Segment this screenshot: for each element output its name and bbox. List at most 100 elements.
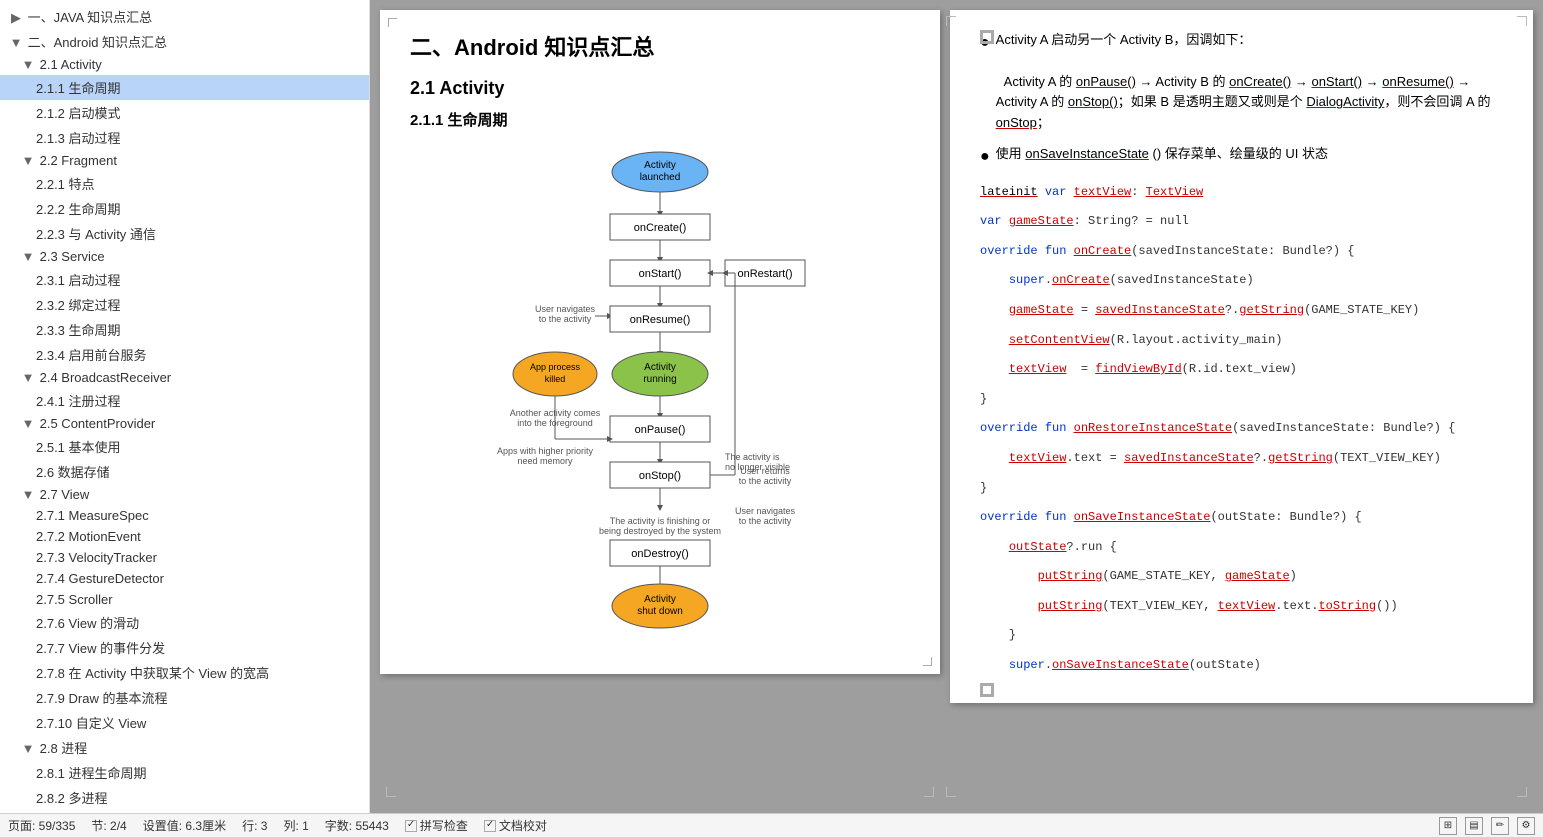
sidebar-label-231: 2.3.1 启动过程 <box>36 273 121 288</box>
sidebar-item-251[interactable]: 2.5.1 基本使用 <box>0 434 369 459</box>
sidebar-item-22[interactable]: ▼ 2.2 Fragment <box>0 150 369 171</box>
sidebar-item-android[interactable]: ▼ 二、Android 知识点汇总 <box>0 29 369 54</box>
svg-text:running: running <box>643 374 676 385</box>
bullet-2: ● 使用 onSaveInstanceState () 保存菜单、绘量级的 UI… <box>980 144 1503 170</box>
sidebar-label-282: 2.8.2 多进程 <box>36 791 108 806</box>
spellcheck-checkbox[interactable] <box>405 820 417 832</box>
svg-text:onDestroy(): onDestroy() <box>631 548 688 560</box>
sidebar-item-282[interactable]: 2.8.2 多进程 <box>0 785 369 810</box>
toggle-23[interactable]: ▼ <box>20 249 36 264</box>
sidebar-item-275[interactable]: 2.7.5 Scroller <box>0 589 369 610</box>
sidebar-item-273[interactable]: 2.7.3 VelocityTracker <box>0 547 369 568</box>
svg-text:onResume(): onResume() <box>630 314 691 326</box>
toggle-21[interactable]: ▼ <box>20 57 36 72</box>
sidebar-label-222: 2.2.2 生命周期 <box>36 202 121 217</box>
toggle-24[interactable]: ▼ <box>20 370 36 385</box>
sidebar-label-java: 一、JAVA 知识点汇总 <box>28 10 152 25</box>
sidebar-item-223[interactable]: 2.2.3 与 Activity 通信 <box>0 221 369 246</box>
sidebar-item-26[interactable]: 2.6 数据存储 <box>0 459 369 484</box>
sidebar-item-281[interactable]: 2.8.1 进程生命周期 <box>0 760 369 785</box>
svg-text:User navigates: User navigates <box>535 304 596 314</box>
status-bar: 页面: 59/335 节: 2/4 设置值: 6.3厘米 行: 3 列: 1 字… <box>0 813 1543 837</box>
sidebar-item-28[interactable]: ▼ 2.8 进程 <box>0 735 369 760</box>
svg-text:to the activity: to the activity <box>739 476 792 486</box>
toggle-28[interactable]: ▼ <box>20 741 36 756</box>
sidebar-item-211[interactable]: 2.1.1 生命周期 <box>0 75 369 100</box>
flowchart: Activity launched onCreate() <box>410 144 910 644</box>
svg-text:Activity: Activity <box>644 362 676 373</box>
toggle-25[interactable]: ▼ <box>20 416 36 431</box>
status-spellcheck: 拼写检查 <box>420 817 468 834</box>
sidebar-label-24: 2.4 BroadcastReceiver <box>40 370 172 385</box>
settings-icon[interactable]: ⚙ <box>1517 817 1535 835</box>
sidebar-item-2710[interactable]: 2.7.10 自定义 View <box>0 710 369 735</box>
sidebar-item-241[interactable]: 2.4.1 注册过程 <box>0 388 369 413</box>
edit-icon[interactable]: ✏ <box>1491 817 1509 835</box>
status-col: 列: 1 <box>283 817 308 834</box>
page-view-icon[interactable]: ▤ <box>1465 817 1483 835</box>
sidebar-item-232[interactable]: 2.3.2 绑定过程 <box>0 292 369 317</box>
doccompare-checkbox[interactable] <box>484 820 496 832</box>
svg-text:to the activity: to the activity <box>539 314 592 324</box>
status-page: 页面: 59/335 <box>8 817 75 834</box>
sidebar-item-222[interactable]: 2.2.2 生命周期 <box>0 196 369 221</box>
status-doccompare-container: 文档校对 <box>484 817 547 834</box>
sidebar-label-272: 2.7.2 MotionEvent <box>36 529 141 544</box>
sidebar-label-279: 2.7.9 Draw 的基本流程 <box>36 691 167 706</box>
sidebar-item-278[interactable]: 2.7.8 在 Activity 中获取某个 View 的宽高 <box>0 660 369 685</box>
toggle-java[interactable]: ▶ <box>8 10 24 26</box>
code-section: lateinit var textView: TextView var game… <box>980 182 1503 677</box>
sidebar-label-25: 2.5 ContentProvider <box>40 416 156 431</box>
sidebar-label-28: 2.8 进程 <box>40 741 88 756</box>
toggle-27[interactable]: ▼ <box>20 487 36 502</box>
svg-text:The activity is: The activity is <box>725 452 780 462</box>
bullet-1-detail: Activity A 的 onPause() → Activity B 的 on… <box>996 74 1491 131</box>
sidebar-label-213: 2.1.3 启动过程 <box>36 131 121 146</box>
svg-text:onRestart(): onRestart() <box>737 268 792 280</box>
status-doccompare: 文档校对 <box>499 817 547 834</box>
sidebar-item-24[interactable]: ▼ 2.4 BroadcastReceiver <box>0 367 369 388</box>
sidebar-label-278: 2.7.8 在 Activity 中获取某个 View 的宽高 <box>36 666 269 681</box>
sidebar-item-212[interactable]: 2.1.2 启动模式 <box>0 100 369 125</box>
sidebar-label-275: 2.7.5 Scroller <box>36 592 113 607</box>
chapter-title: 二、Android 知识点汇总 <box>410 30 910 62</box>
sidebar-item-271[interactable]: 2.7.1 MeasureSpec <box>0 505 369 526</box>
sidebar-item-231[interactable]: 2.3.1 启动过程 <box>0 267 369 292</box>
sidebar-item-221[interactable]: 2.2.1 特点 <box>0 171 369 196</box>
status-section: 节: 2/4 <box>91 817 126 834</box>
toggle-android[interactable]: ▼ <box>8 35 24 50</box>
sidebar-label-273: 2.7.3 VelocityTracker <box>36 550 157 565</box>
subsection-title: 2.1.1 生命周期 <box>410 109 910 130</box>
sidebar-item-23[interactable]: ▼ 2.3 Service <box>0 246 369 267</box>
status-spellcheck-container: 拼写检查 <box>405 817 468 834</box>
sidebar-item-279[interactable]: 2.7.9 Draw 的基本流程 <box>0 685 369 710</box>
sidebar-item-213[interactable]: 2.1.3 启动过程 <box>0 125 369 150</box>
svg-text:being destroyed by the system: being destroyed by the system <box>599 526 721 536</box>
sidebar-label-223: 2.2.3 与 Activity 通信 <box>36 227 156 242</box>
sidebar-item-25[interactable]: ▼ 2.5 ContentProvider <box>0 413 369 434</box>
sidebar-item-21[interactable]: ▼ 2.1 Activity <box>0 54 369 75</box>
page-right: ● Activity A 启动另一个 Activity B，因调如下： Acti… <box>950 10 1533 703</box>
code-block-1: lateinit var textView: TextView var game… <box>980 182 1503 677</box>
sidebar-item-234[interactable]: 2.3.4 启用前台服务 <box>0 342 369 367</box>
svg-text:App process: App process <box>530 362 581 372</box>
svg-text:shut down: shut down <box>637 606 683 617</box>
content-area: 二、Android 知识点汇总 2.1 Activity 2.1.1 生命周期 … <box>370 0 1543 813</box>
sidebar-item-276[interactable]: 2.7.6 View 的滑动 <box>0 610 369 635</box>
svg-text:The activity is finishing or: The activity is finishing or <box>610 516 711 526</box>
sidebar-label-232: 2.3.2 绑定过程 <box>36 298 121 313</box>
sidebar-item-233[interactable]: 2.3.3 生命周期 <box>0 317 369 342</box>
toggle-22[interactable]: ▼ <box>20 153 36 168</box>
sidebar-item-27[interactable]: ▼ 2.7 View <box>0 484 369 505</box>
fit-page-icon[interactable]: ⊞ <box>1439 817 1457 835</box>
page-left: 二、Android 知识点汇总 2.1 Activity 2.1.1 生命周期 … <box>380 10 940 674</box>
sidebar-item-272[interactable]: 2.7.2 MotionEvent <box>0 526 369 547</box>
bullet-1-text: Activity A 启动另一个 Activity B，因调如下： <box>996 32 1252 47</box>
sidebar-item-java[interactable]: ▶ 一、JAVA 知识点汇总 <box>0 4 369 29</box>
bullet-dot-1: ● <box>980 30 990 134</box>
sidebar-item-277[interactable]: 2.7.7 View 的事件分发 <box>0 635 369 660</box>
sidebar-label-277: 2.7.7 View 的事件分发 <box>36 641 165 656</box>
sidebar-item-274[interactable]: 2.7.4 GestureDetector <box>0 568 369 589</box>
svg-text:onStop(): onStop() <box>639 470 681 482</box>
sidebar-label-2710: 2.7.10 自定义 View <box>36 716 146 731</box>
